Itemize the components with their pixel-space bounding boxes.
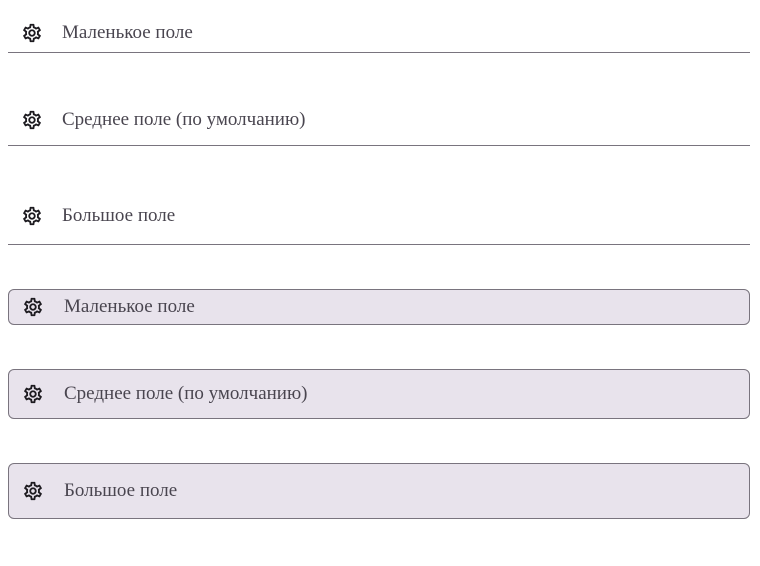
medium-filled-field[interactable]: Среднее поле (по умолчанию) (8, 369, 750, 419)
field-label: Среднее поле (по умолчанию) (64, 383, 308, 404)
small-filled-field[interactable]: Маленькое поле (8, 289, 750, 325)
gear-icon (22, 383, 44, 405)
large-filled-field[interactable]: Большое поле (8, 463, 750, 519)
gear-icon (21, 205, 43, 227)
gear-icon (21, 109, 43, 131)
large-standard-field[interactable]: Большое поле (8, 190, 750, 245)
small-standard-field[interactable]: Маленькое поле (8, 14, 750, 53)
field-label: Большое поле (62, 205, 176, 226)
gear-icon (22, 480, 44, 502)
field-label: Маленькое поле (62, 22, 193, 43)
field-label: Маленькое поле (64, 296, 195, 317)
gear-icon (21, 22, 43, 44)
field-label: Большое поле (64, 480, 178, 501)
field-label: Среднее поле (по умолчанию) (62, 108, 306, 130)
medium-standard-field[interactable]: Среднее поле (по умолчанию) (8, 96, 750, 146)
gear-icon (22, 296, 44, 318)
